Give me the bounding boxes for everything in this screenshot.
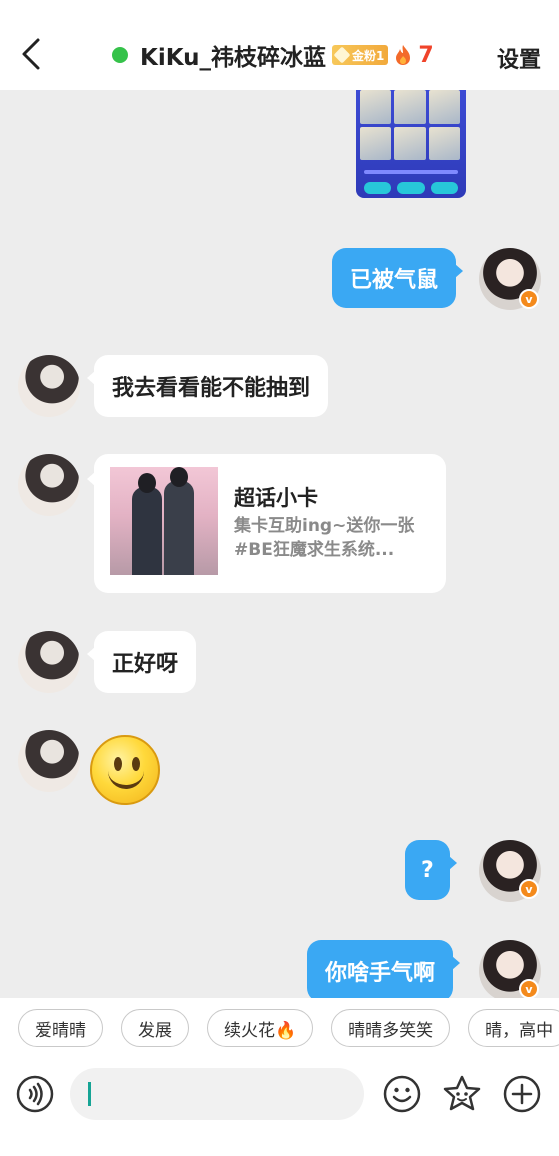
quick-reply-chip[interactable]: 晴晴多笑笑 [331, 1009, 451, 1047]
emoji-icon [383, 1075, 421, 1113]
settings-button[interactable]: 设置 [497, 42, 541, 74]
sticker-button[interactable] [442, 1074, 482, 1114]
voice-button[interactable] [15, 1074, 55, 1114]
shared-image-progress [364, 170, 458, 174]
shared-image-buttons [364, 182, 458, 194]
verified-badge: v [519, 879, 539, 899]
message-text: 已被气鼠 [350, 268, 439, 293]
quick-reply-bar: 爱晴晴 发展 续火花🔥 晴晴多笑笑 晴，高中 [0, 998, 559, 1058]
online-status-dot [112, 47, 128, 63]
shared-image-message[interactable] [356, 90, 466, 198]
quick-reply-chip[interactable]: 爱晴晴 [18, 1009, 103, 1047]
message-input[interactable] [70, 1068, 364, 1120]
message-bubble-theirs[interactable]: 正好呀 [86, 631, 197, 693]
verified-badge: v [519, 979, 539, 998]
quick-reply-chip[interactable]: 续火花🔥 [207, 1009, 314, 1047]
plus-icon [503, 1075, 541, 1113]
card-title: 超话小卡 [234, 486, 318, 510]
message-text: 你啥手气啊 [325, 961, 436, 986]
chevron-left-icon [22, 38, 40, 70]
contact-avatar[interactable] [18, 454, 80, 516]
message-bubble-mine[interactable]: ? [405, 840, 457, 900]
text-caret [88, 1082, 91, 1106]
quick-reply-chip[interactable]: 发展 [121, 1009, 189, 1047]
message-text: ? [421, 857, 434, 883]
card-description: 集卡互助ing~送你一张#BE狂魔求生系统... [234, 516, 415, 560]
shared-image-grid [360, 90, 460, 160]
smile-emoji-message[interactable] [90, 735, 160, 805]
sticker-icon [443, 1075, 481, 1111]
message-bubble-theirs[interactable]: 我去看看能不能抽到 [86, 355, 329, 417]
message-text: 我去看看能不能抽到 [112, 376, 311, 401]
fan-level-badge: 金粉1 [332, 45, 389, 65]
flame-icon [396, 45, 411, 65]
contact-avatar[interactable] [18, 631, 80, 693]
contact-avatar[interactable] [18, 730, 80, 792]
chat-header: KiKu_祎枝碎冰蓝 金粉1 7 设置 [0, 0, 559, 90]
chat-title-group[interactable]: KiKu_祎枝碎冰蓝 金粉1 7 [112, 36, 434, 74]
gem-icon [333, 46, 351, 64]
topic-card-message[interactable]: 超话小卡 集卡互助ing~送你一张#BE狂魔求生系统... [87, 454, 446, 593]
verified-badge: v [519, 289, 539, 309]
message-text: 正好呀 [112, 652, 179, 677]
message-input-bar [0, 1058, 559, 1156]
contact-name: KiKu_祎枝碎冰蓝 [140, 45, 326, 71]
message-bubble-mine[interactable]: 你啥手气啊 [307, 940, 461, 998]
emoji-button[interactable] [382, 1074, 422, 1114]
streak-count: 7 [418, 42, 434, 68]
message-bubble-mine[interactable]: 已被气鼠 [332, 248, 464, 308]
fan-badge-label: 金粉1 [352, 48, 385, 63]
more-button[interactable] [502, 1074, 542, 1114]
contact-avatar[interactable] [18, 355, 80, 417]
quick-reply-chip[interactable]: 晴，高中 [468, 1009, 559, 1047]
back-button[interactable] [14, 34, 48, 74]
card-thumbnail [110, 467, 218, 575]
message-list[interactable]: 已被气鼠 v 我去看看能不能抽到 超话小卡 集卡互助ing~送你一张#BE狂魔求… [0, 90, 559, 998]
voice-icon [16, 1075, 54, 1113]
